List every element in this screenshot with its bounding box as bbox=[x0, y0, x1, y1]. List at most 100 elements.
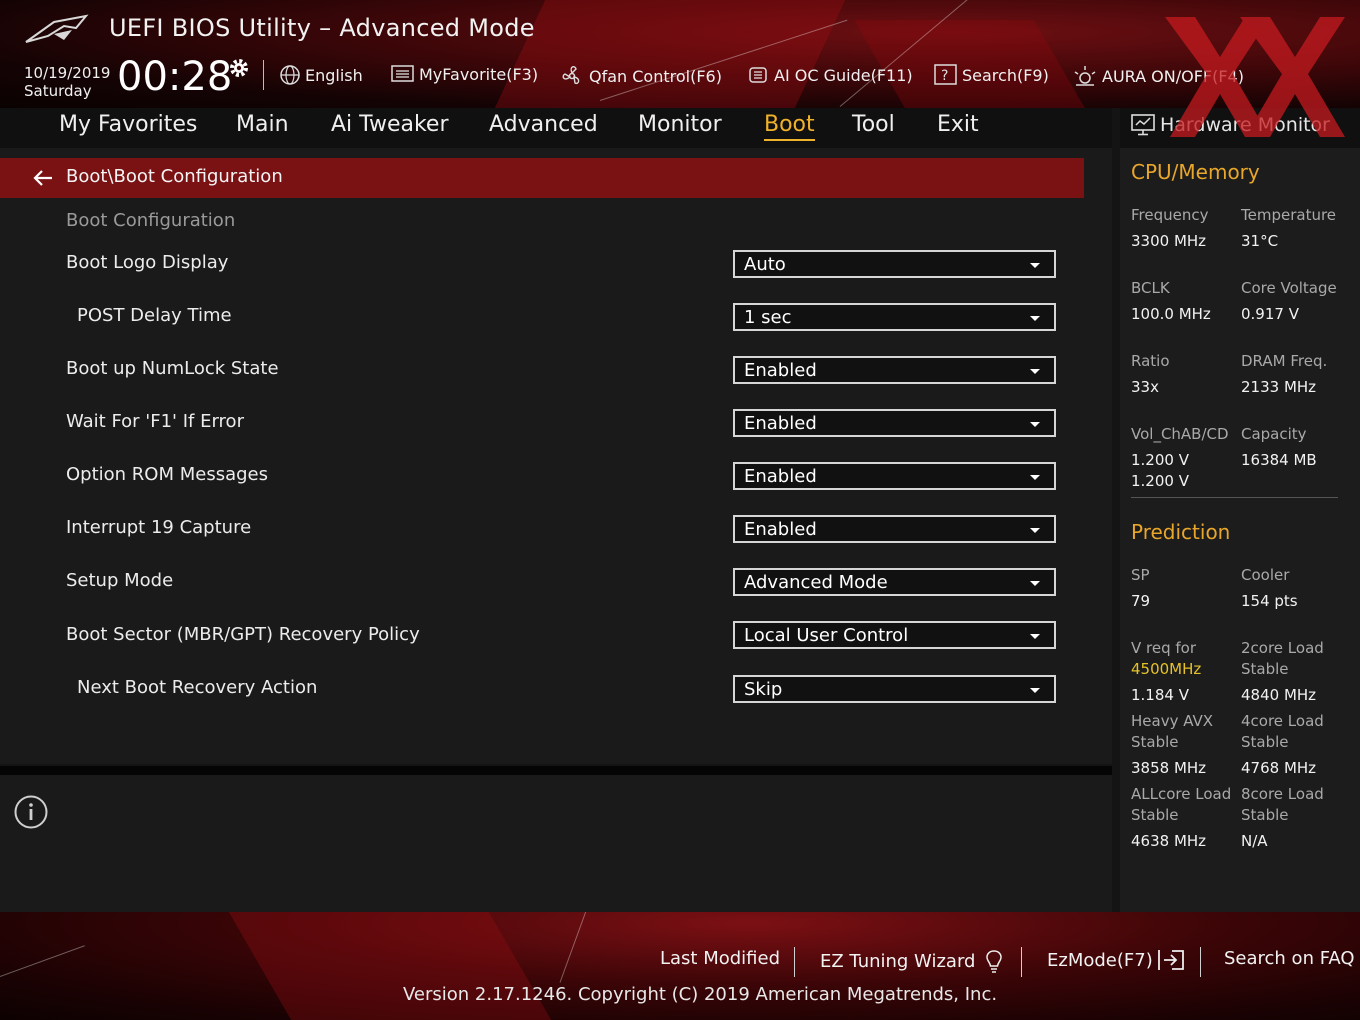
ratio-label: Ratio bbox=[1131, 352, 1170, 370]
menu-my-favorites[interactable]: My Favorites bbox=[59, 112, 197, 137]
avx-value: 3858 MHz bbox=[1131, 759, 1207, 777]
select-value: Enabled bbox=[744, 466, 817, 487]
core8-value: N/A bbox=[1241, 832, 1268, 850]
ezmode-label: EzMode(F7) bbox=[1047, 949, 1153, 971]
header-decoration bbox=[494, 0, 846, 108]
menu-tool[interactable]: Tool bbox=[852, 112, 895, 137]
core2-label: 2core Load bbox=[1241, 639, 1324, 657]
bclk-value: 100.0 MHz bbox=[1131, 305, 1211, 323]
search-button[interactable]: ? Search(F9) bbox=[934, 64, 1049, 86]
info-icon bbox=[14, 795, 48, 829]
question-box-icon: ? bbox=[934, 64, 957, 85]
wait-f1-select[interactable]: Enabled bbox=[733, 409, 1056, 437]
menu-exit[interactable]: Exit bbox=[937, 112, 979, 137]
fan-icon bbox=[562, 65, 580, 85]
setting-label-post-delay-time: POST Delay Time bbox=[77, 305, 232, 326]
menu-monitor[interactable]: Monitor bbox=[638, 112, 722, 137]
avx-stable-label: Stable bbox=[1131, 733, 1179, 751]
qfan-button[interactable]: Qfan Control(F6) bbox=[559, 64, 722, 88]
cooler-value: 154 pts bbox=[1241, 592, 1298, 610]
setting-label-option-rom-messages: Option ROM Messages bbox=[66, 464, 268, 485]
dram-freq-value: 2133 MHz bbox=[1241, 378, 1317, 396]
option-rom-messages-select[interactable]: Enabled bbox=[733, 462, 1056, 490]
cooler-label: Cooler bbox=[1241, 566, 1290, 584]
section-label: Boot Configuration bbox=[66, 210, 236, 231]
footer-streak bbox=[559, 912, 602, 983]
clock-display: 00:28 bbox=[117, 54, 233, 100]
temperature-value: 31°C bbox=[1241, 232, 1279, 250]
chevron-down-icon bbox=[1030, 528, 1040, 533]
last-modified-label: Last Modified bbox=[660, 948, 781, 969]
menu-advanced[interactable]: Advanced bbox=[489, 112, 598, 137]
ez-tuning-label: EZ Tuning Wizard bbox=[820, 950, 976, 972]
footer-separator bbox=[794, 947, 795, 977]
select-value: Advanced Mode bbox=[744, 572, 888, 593]
setting-label-setup-mode: Setup Mode bbox=[66, 570, 174, 591]
list-icon bbox=[391, 65, 414, 82]
myfavorite-button[interactable]: MyFavorite(F3) bbox=[391, 64, 538, 84]
setting-label-boot-sector-recovery: Boot Sector (MBR/GPT) Recovery Policy bbox=[66, 624, 420, 645]
vreq-label: V req for bbox=[1131, 639, 1197, 657]
menu-ai-tweaker[interactable]: Ai Tweaker bbox=[331, 112, 449, 137]
language-button[interactable]: English bbox=[279, 64, 363, 86]
select-value: 1 sec bbox=[744, 307, 792, 328]
globe-icon bbox=[280, 65, 300, 85]
sp-label: SP bbox=[1131, 566, 1150, 584]
core8-stable-label: Stable bbox=[1241, 806, 1289, 824]
numlock-state-select[interactable]: Enabled bbox=[733, 356, 1056, 384]
capacity-label: Capacity bbox=[1241, 425, 1307, 443]
setup-mode-select[interactable]: Advanced Mode bbox=[733, 568, 1056, 596]
temperature-label: Temperature bbox=[1241, 206, 1337, 224]
footer-separator bbox=[1200, 947, 1201, 977]
menu-main[interactable]: Main bbox=[236, 112, 289, 137]
breadcrumb: Boot\Boot Configuration bbox=[66, 166, 283, 187]
date-display: 10/19/2019 bbox=[24, 64, 111, 82]
svg-text:?: ? bbox=[941, 68, 948, 84]
sp-value: 79 bbox=[1131, 592, 1151, 610]
ratio-value: 33x bbox=[1131, 378, 1159, 396]
frequency-value: 3300 MHz bbox=[1131, 232, 1207, 250]
chevron-down-icon bbox=[1030, 581, 1040, 586]
vol-label: Vol_ChAB/CD bbox=[1131, 425, 1229, 443]
boot-sector-recovery-select[interactable]: Local User Control bbox=[733, 621, 1056, 649]
select-value: Enabled bbox=[744, 413, 817, 434]
ezmode-button[interactable]: EzMode(F7) bbox=[1047, 948, 1186, 972]
boot-logo-display-select[interactable]: Auto bbox=[733, 250, 1056, 278]
footer-separator bbox=[1021, 947, 1022, 977]
select-value: Enabled bbox=[744, 360, 817, 381]
ez-tuning-wizard-button[interactable]: EZ Tuning Wizard bbox=[820, 948, 1007, 974]
next-boot-recovery-select[interactable]: Skip bbox=[733, 675, 1056, 703]
allcore-value: 4638 MHz bbox=[1131, 832, 1207, 850]
post-delay-time-select[interactable]: 1 sec bbox=[733, 303, 1056, 331]
ai-chip-icon bbox=[749, 67, 767, 83]
select-value: Local User Control bbox=[744, 625, 909, 646]
app-title: UEFI BIOS Utility – Advanced Mode bbox=[109, 14, 535, 42]
chevron-down-icon bbox=[1030, 263, 1040, 268]
setting-label-boot-logo-display: Boot Logo Display bbox=[66, 252, 229, 273]
core4-value: 4768 MHz bbox=[1241, 759, 1317, 777]
gear-icon[interactable] bbox=[227, 56, 251, 80]
vol-value-2: 1.200 V bbox=[1131, 472, 1189, 490]
allcore-stable-label: Stable bbox=[1131, 806, 1179, 824]
chevron-down-icon bbox=[1030, 369, 1040, 374]
select-value: Auto bbox=[744, 254, 786, 275]
vreq-value: 1.184 V bbox=[1131, 686, 1189, 704]
setting-label-numlock-state: Boot up NumLock State bbox=[66, 358, 279, 379]
ai-oc-guide-button[interactable]: AI OC Guide(F11) bbox=[746, 64, 913, 86]
ai-oc-guide-label: AI OC Guide(F11) bbox=[774, 65, 913, 85]
avx-label: Heavy AVX bbox=[1131, 712, 1214, 730]
interrupt-19-select[interactable]: Enabled bbox=[733, 515, 1056, 543]
copyright-text: Version 2.17.1246. Copyright (C) 2019 Am… bbox=[403, 984, 998, 1005]
menu-boot[interactable]: Boot bbox=[764, 112, 815, 141]
chevron-down-icon bbox=[1030, 688, 1040, 693]
setting-label-next-boot-recovery: Next Boot Recovery Action bbox=[77, 677, 318, 698]
core4-label: 4core Load bbox=[1241, 712, 1324, 730]
setting-label-interrupt-19: Interrupt 19 Capture bbox=[66, 517, 252, 538]
core-voltage-value: 0.917 V bbox=[1241, 305, 1299, 323]
back-arrow-icon[interactable] bbox=[32, 168, 54, 188]
chevron-down-icon bbox=[1030, 475, 1040, 480]
search-faq-button[interactable]: Search on FAQ bbox=[1224, 948, 1355, 969]
chevron-down-icon bbox=[1030, 634, 1040, 639]
language-label: English bbox=[305, 65, 363, 85]
last-modified-button[interactable]: Last Modified bbox=[660, 948, 780, 969]
